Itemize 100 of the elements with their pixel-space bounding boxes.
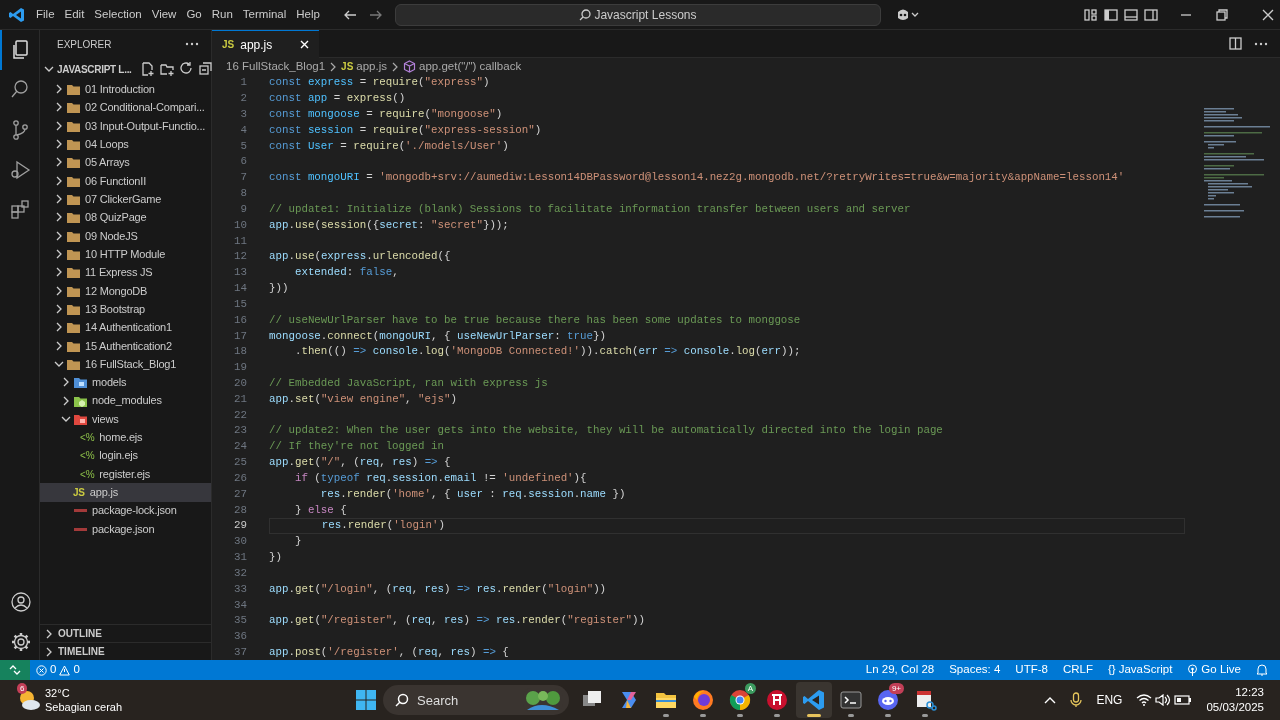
battery-icon[interactable] bbox=[1174, 694, 1193, 706]
status-item[interactable]: Ln 29, Col 28 bbox=[865, 661, 935, 679]
code-editor-icon[interactable] bbox=[802, 688, 826, 712]
chevron-right-icon[interactable] bbox=[54, 340, 64, 351]
chevron-right-icon[interactable] bbox=[54, 249, 64, 260]
menu-item[interactable]: File bbox=[31, 5, 60, 24]
tree-item[interactable]: 07 ClickerGame bbox=[40, 189, 211, 209]
more-actions-icon[interactable] bbox=[1254, 41, 1268, 46]
status-item[interactable]: Spaces: 4 bbox=[949, 661, 1001, 679]
browser-icon[interactable] bbox=[691, 688, 715, 712]
tree-item[interactable]: 04 Loops bbox=[40, 135, 211, 154]
menu-item[interactable]: Edit bbox=[59, 5, 90, 24]
problems-status[interactable]: 0 0 bbox=[36, 661, 80, 679]
settings-icon[interactable] bbox=[9, 630, 33, 654]
more-actions-icon[interactable] bbox=[185, 42, 199, 46]
menu-item[interactable]: Run bbox=[206, 5, 238, 24]
customize-layout-icon[interactable] bbox=[1084, 7, 1098, 22]
toggle-sidebar-icon[interactable] bbox=[1104, 7, 1118, 22]
menu-item[interactable]: Go bbox=[181, 5, 207, 24]
tree-item[interactable]: 08 QuizPage bbox=[40, 208, 211, 227]
tree-item[interactable]: package.json bbox=[40, 519, 211, 539]
chevron-right-icon[interactable] bbox=[54, 157, 64, 168]
chevron-up-icon[interactable] bbox=[1044, 696, 1057, 704]
tree-item[interactable]: 11 Express JS bbox=[40, 263, 211, 282]
chevron-down-icon[interactable] bbox=[44, 64, 54, 74]
command-center[interactable]: Javascript Lessons bbox=[394, 3, 881, 26]
tree-item[interactable]: JS app.js bbox=[40, 483, 211, 502]
chevron-right-icon[interactable] bbox=[61, 377, 71, 388]
restore-icon[interactable] bbox=[1216, 8, 1228, 21]
menu-item[interactable]: Help bbox=[291, 5, 325, 24]
tree-item[interactable]: <% home.ejs bbox=[40, 428, 211, 447]
chevron-right-icon[interactable] bbox=[54, 102, 64, 113]
app-icon[interactable] bbox=[765, 688, 789, 712]
menu-item[interactable]: Terminal bbox=[237, 5, 292, 24]
tree-item[interactable]: 13 Bootstrap bbox=[40, 299, 211, 319]
chat-app-icon[interactable] bbox=[876, 688, 900, 712]
go-live-button[interactable]: Go Live bbox=[1187, 661, 1241, 679]
breadcrumb-item[interactable]: JS app.js bbox=[341, 58, 387, 76]
tree-item[interactable]: models bbox=[40, 373, 211, 392]
tree-item[interactable]: <% login.ejs bbox=[40, 446, 211, 465]
status-item[interactable]: UTF-8 bbox=[1015, 661, 1048, 679]
chevron-right-icon[interactable] bbox=[54, 285, 64, 296]
account-icon[interactable] bbox=[9, 590, 33, 614]
terminal-icon[interactable] bbox=[839, 688, 863, 712]
chevron-right-icon[interactable] bbox=[54, 212, 64, 223]
tree-item[interactable]: 05 Arrays bbox=[40, 153, 211, 172]
chevron-right-icon[interactable] bbox=[54, 175, 64, 186]
tree-item[interactable]: 03 Input-Output-Functio... bbox=[40, 116, 211, 135]
chevron-right-icon[interactable] bbox=[54, 267, 64, 278]
chevron-right-icon[interactable] bbox=[54, 230, 64, 241]
close-icon[interactable] bbox=[1262, 8, 1274, 21]
toggle-secondary-sidebar-icon[interactable] bbox=[1144, 7, 1158, 22]
tree-item[interactable]: 06 FunctionII bbox=[40, 171, 211, 190]
clock-date[interactable]: 05/03/2025 bbox=[1206, 700, 1264, 715]
start-icon[interactable] bbox=[355, 689, 377, 711]
language-indicator[interactable]: ENG bbox=[1096, 691, 1123, 709]
breadcrumb-item[interactable]: app.get("/") callback bbox=[403, 58, 522, 76]
wifi-icon[interactable] bbox=[1136, 694, 1153, 706]
new-file-icon[interactable] bbox=[140, 62, 154, 76]
tree-item[interactable]: 12 MongoDB bbox=[40, 281, 211, 300]
clock-time[interactable]: 12:23 bbox=[1235, 685, 1264, 700]
tree-item[interactable]: <% register.ejs bbox=[40, 464, 211, 484]
language-mode[interactable]: {} JavaScript bbox=[1108, 661, 1173, 679]
chevron-right-icon[interactable] bbox=[54, 322, 64, 333]
volume-icon[interactable] bbox=[1155, 694, 1172, 706]
chevron-right-icon[interactable] bbox=[61, 395, 71, 406]
tree-item[interactable]: 01 Introduction bbox=[40, 80, 211, 99]
tree-item[interactable]: 15 Authentication2 bbox=[40, 336, 211, 355]
tree-item[interactable]: 10 HTTP Module bbox=[40, 244, 211, 264]
chevron-right-icon[interactable] bbox=[54, 120, 64, 131]
workspace-title[interactable]: JAVASCRIPT L... bbox=[57, 61, 132, 77]
status-item[interactable]: CRLF bbox=[1062, 661, 1093, 679]
tree-item[interactable]: views bbox=[40, 409, 211, 429]
tree-item[interactable]: 16 FullStack_Blog1 bbox=[40, 354, 211, 374]
new-folder-icon[interactable] bbox=[159, 62, 174, 76]
chevron-right-icon[interactable] bbox=[54, 304, 64, 315]
bell-icon[interactable] bbox=[1256, 664, 1268, 676]
folder-icon bbox=[66, 265, 81, 280]
tree-item[interactable]: package-lock.json bbox=[40, 501, 211, 520]
section-header[interactable]: OUTLINE bbox=[40, 624, 211, 642]
editor-tab[interactable]: JS app.js bbox=[212, 30, 320, 58]
breadcrumb-item[interactable]: 16 FullStack_Blog1 bbox=[226, 58, 326, 76]
tree-item[interactable]: 02 Conditional-Compari... bbox=[40, 98, 211, 117]
collapse-all-icon[interactable] bbox=[198, 62, 212, 75]
tree-item[interactable]: 09 NodeJS bbox=[40, 226, 211, 245]
split-editor-icon[interactable] bbox=[1229, 37, 1242, 50]
chevron-right-icon[interactable] bbox=[54, 194, 64, 205]
chevron-right-icon[interactable] bbox=[54, 84, 64, 95]
chevron-right-icon[interactable] bbox=[44, 628, 54, 639]
menu-item[interactable]: View bbox=[146, 5, 182, 24]
line-number: 9 bbox=[239, 201, 247, 217]
refresh-icon[interactable] bbox=[179, 62, 193, 75]
tree-item[interactable]: node_modules bbox=[40, 391, 211, 410]
chevron-right-icon[interactable] bbox=[54, 139, 64, 150]
microphone-icon[interactable] bbox=[1070, 692, 1083, 708]
chevron-right-icon[interactable] bbox=[44, 646, 54, 657]
toggle-panel-icon[interactable] bbox=[1124, 7, 1138, 22]
tree-item[interactable]: 14 Authentication1 bbox=[40, 318, 211, 337]
menu-item[interactable]: Selection bbox=[89, 5, 147, 24]
browser-icon[interactable] bbox=[728, 688, 752, 712]
